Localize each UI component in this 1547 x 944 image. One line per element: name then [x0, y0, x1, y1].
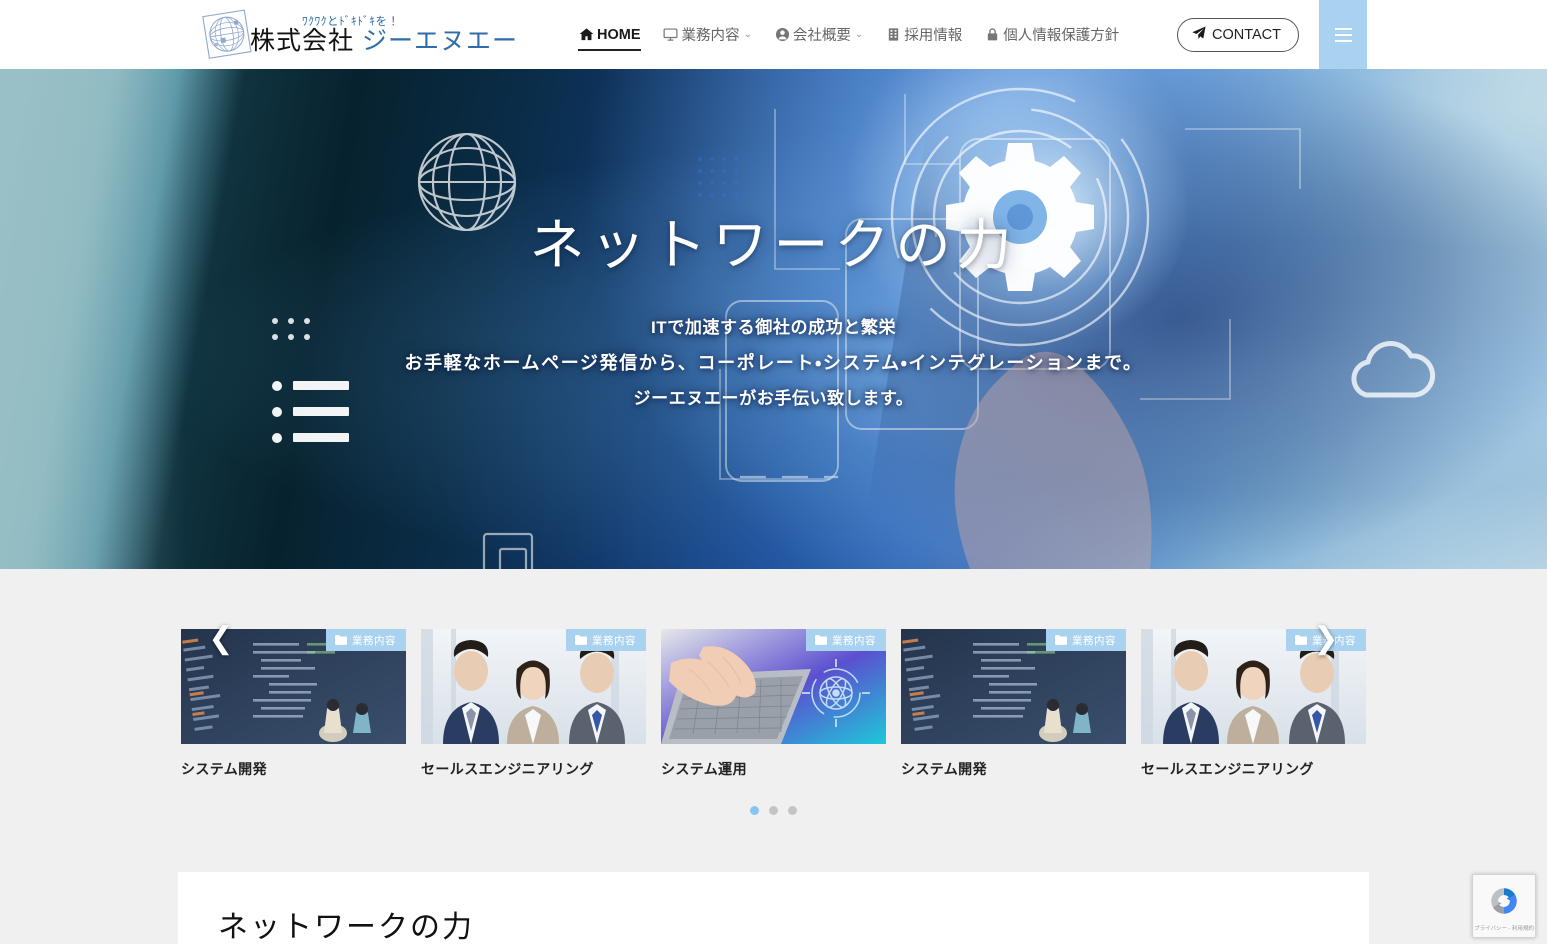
status-badge: 業務内容: [806, 629, 886, 651]
chevron-left-icon[interactable]: ❮: [208, 619, 234, 659]
folder-icon: [335, 635, 347, 645]
brand-prefix: 株式会社: [250, 27, 355, 56]
folder-icon: [1295, 635, 1307, 645]
home-icon: [579, 27, 594, 42]
nav-item-services[interactable]: 業務内容 ⌄: [654, 13, 760, 57]
nav-item-home[interactable]: HOME: [570, 13, 650, 57]
carousel-dot-2[interactable]: [769, 806, 778, 815]
status-badge: 業務内容: [1046, 629, 1126, 651]
list-item[interactable]: 業務内容 システム開発: [901, 629, 1126, 779]
badge-label: 業務内容: [352, 634, 396, 647]
hero-line-2: お手軽なホームページ発信から、コーポレート・システム・インテグレーションまで。: [404, 352, 1143, 373]
card-title: システム運用: [661, 761, 747, 777]
services-carousel: ❮ ❯ 業務内容 システム開発 業務内容 セールスエンジニアリング 業務内容 シ…: [0, 569, 1547, 815]
nav-label-company: 会社概要: [792, 28, 851, 44]
badge-label: 業務内容: [592, 634, 636, 647]
folder-icon: [575, 635, 587, 645]
monitor-icon: [663, 27, 678, 42]
nav-label-home: HOME: [596, 26, 641, 43]
status-badge: 業務内容: [566, 629, 646, 651]
card-title: セールスエンジニアリング: [1141, 761, 1314, 777]
hero-line-3: ジーエヌエーがお手伝い致します。: [633, 388, 914, 408]
brand-company: ジーエヌエー: [361, 27, 518, 56]
nav-label-recruit: 採用情報: [904, 28, 963, 44]
chevron-down-icon: ⌄: [854, 29, 864, 40]
carousel-dots: [0, 806, 1547, 815]
list-item[interactable]: 業務内容 システム運用: [661, 629, 886, 779]
globe-wireframe-logo: [200, 9, 256, 61]
recaptcha-badge[interactable]: プライバシー - 利用規約: [1472, 874, 1536, 938]
card-thumbnail: 業務内容: [661, 629, 886, 744]
carousel-dot-3[interactable]: [788, 806, 797, 815]
hero-content: ネットワークの力 ITで加速する御社の成功と繁栄 お手軽なホームページ発信から、…: [0, 69, 1547, 569]
badge-label: 業務内容: [1072, 634, 1116, 647]
hero-title: ネットワークの力: [529, 214, 1018, 276]
page-title: ネットワークの力: [218, 911, 474, 944]
hero-banner: ネットワークの力 ITで加速する御社の成功と繁栄 お手軽なホームページ発信から、…: [0, 69, 1547, 569]
brand-logo-link[interactable]: ﾜｸﾜｸとﾄﾞｷﾄﾞｷを！ 株式会社 ジーエヌエー: [200, 9, 518, 61]
chevron-down-icon: ⌄: [743, 29, 752, 40]
main-navigation: HOME 業務内容 ⌄ 会社概要 ⌄ 採用情報 個人情報保護方針: [570, 13, 1128, 57]
site-header: ﾜｸﾜｸとﾄﾞｷﾄﾞｷを！ 株式会社 ジーエヌエー HOME 業務内容 ⌄ 会社…: [0, 0, 1547, 69]
folder-icon: [815, 635, 827, 645]
recaptcha-legal-text: プライバシー - 利用規約: [1474, 925, 1534, 932]
status-badge: 業務内容: [326, 629, 406, 651]
person-icon: [775, 27, 790, 42]
nav-item-company[interactable]: 会社概要 ⌄: [766, 13, 872, 57]
building-icon: [886, 27, 901, 42]
badge-label: 業務内容: [832, 634, 876, 647]
brand-name: 株式会社 ジーエヌエー: [250, 29, 518, 54]
card-title: システム開発: [901, 761, 987, 777]
paper-plane-icon: [1192, 26, 1206, 44]
lock-icon: [985, 27, 1000, 42]
hamburger-icon[interactable]: [1319, 0, 1367, 69]
content-panel: ネットワークの力: [178, 872, 1369, 944]
hero-line-1: ITで加速する御社の成功と繁栄: [650, 317, 897, 337]
card-title: セールスエンジニアリング: [421, 761, 594, 777]
nav-item-privacy[interactable]: 個人情報保護方針: [976, 13, 1128, 57]
chevron-right-icon[interactable]: ❯: [1313, 619, 1339, 659]
nav-label-services: 業務内容: [681, 28, 740, 44]
content-panel-wrap: ネットワークの力: [0, 815, 1547, 944]
card-thumbnail: 業務内容: [421, 629, 646, 744]
header-actions: CONTACT: [1176, 0, 1547, 69]
carousel-dot-1[interactable]: [750, 806, 759, 815]
contact-button-label: CONTACT: [1211, 26, 1281, 43]
nav-item-recruit[interactable]: 採用情報: [877, 13, 971, 57]
list-item[interactable]: 業務内容 セールスエンジニアリング: [421, 629, 646, 779]
folder-icon: [1055, 635, 1067, 645]
recaptcha-icon: [1487, 884, 1521, 923]
card-title: システム開発: [181, 761, 267, 777]
nav-label-privacy: 個人情報保護方針: [1003, 28, 1120, 44]
contact-button[interactable]: CONTACT: [1176, 17, 1299, 52]
hero-subtitle-block: ITで加速する御社の成功と繁栄 お手軽なホームページ発信から、コーポレート・シス…: [404, 319, 1142, 425]
card-thumbnail: 業務内容: [901, 629, 1126, 744]
